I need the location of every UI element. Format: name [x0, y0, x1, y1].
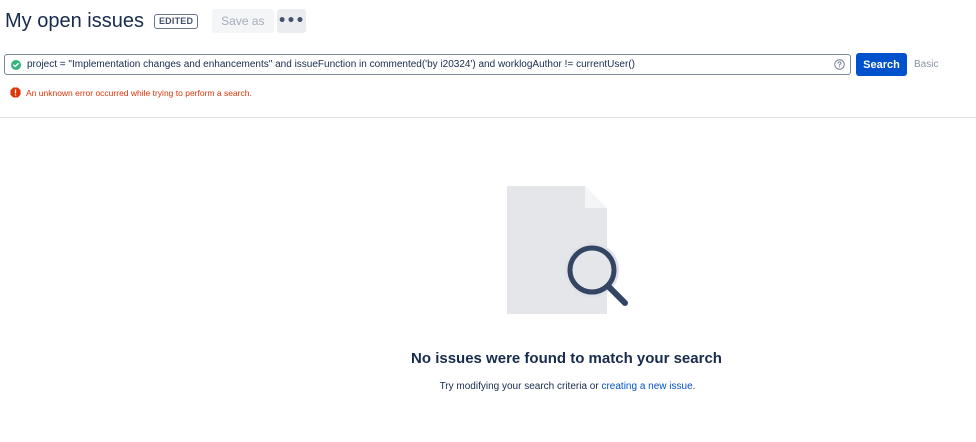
search-button[interactable]: Search — [856, 53, 907, 76]
basic-mode-link[interactable]: Basic — [914, 59, 938, 70]
empty-state-hint: Try modifying your search criteria or cr… — [0, 381, 976, 392]
jql-part: () — [628, 59, 635, 70]
page-header: My open issues EDITED Save as ••• — [5, 9, 306, 33]
document-search-illustration — [507, 186, 628, 314]
check-circle-icon — [11, 59, 21, 70]
error-message: An unknown error occurred while trying t… — [26, 87, 252, 98]
jql-part-flagged: issueFunction — [294, 59, 357, 70]
edited-badge: EDITED — [153, 13, 199, 29]
jql-part: in commented('by — [356, 59, 441, 70]
page-title: My open issues — [5, 10, 144, 32]
jql-part: != — [561, 59, 577, 70]
empty-hint-suffix: . — [692, 381, 696, 392]
jql-part-flagged: worklogAuthor — [497, 59, 562, 70]
empty-state-title: No issues were found to match your searc… — [411, 350, 722, 367]
jql-part: project = "Implementation changes and en… — [27, 59, 295, 70]
empty-hint-text: Try modifying your search criteria or — [439, 381, 602, 392]
jql-part: ') and — [470, 59, 498, 70]
error-icon — [10, 87, 21, 98]
jql-search-input[interactable]: project = "Implementation changes and en… — [4, 54, 851, 75]
divider — [0, 117, 976, 118]
create-issue-link[interactable]: creating a new issue — [601, 381, 692, 392]
more-actions-button[interactable]: ••• — [276, 9, 306, 33]
jql-part-flagged: currentUser — [576, 59, 629, 70]
search-error: An unknown error occurred while trying t… — [10, 87, 252, 98]
jql-query-text[interactable]: project = "Implementation changes and en… — [27, 59, 834, 70]
save-as-button[interactable]: Save as — [212, 9, 274, 33]
jql-part-flagged: i20324 — [440, 59, 471, 70]
question-circle-icon[interactable] — [834, 59, 845, 70]
